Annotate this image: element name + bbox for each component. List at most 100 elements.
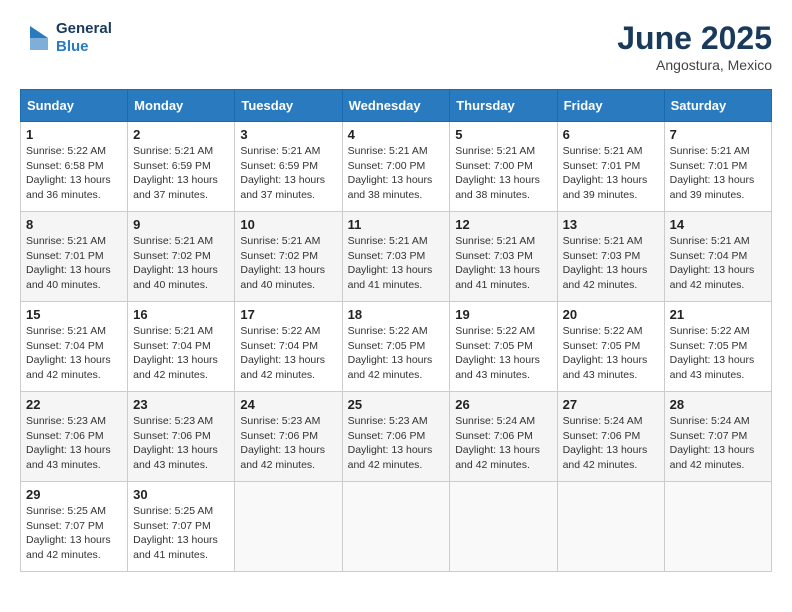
- day-info: Sunrise: 5:24 AMSunset: 7:06 PMDaylight:…: [455, 415, 540, 471]
- day-cell: 29 Sunrise: 5:25 AMSunset: 7:07 PMDaylig…: [21, 482, 128, 572]
- day-info: Sunrise: 5:21 AMSunset: 6:59 PMDaylight:…: [240, 145, 325, 201]
- empty-day-cell: [664, 482, 771, 572]
- day-cell: 3 Sunrise: 5:21 AMSunset: 6:59 PMDayligh…: [235, 122, 342, 212]
- day-info: Sunrise: 5:21 AMSunset: 6:59 PMDaylight:…: [133, 145, 218, 201]
- day-cell: 17 Sunrise: 5:22 AMSunset: 7:04 PMDaylig…: [235, 302, 342, 392]
- day-cell: 25 Sunrise: 5:23 AMSunset: 7:06 PMDaylig…: [342, 392, 450, 482]
- title-block: June 2025 Angostura, Mexico: [617, 20, 772, 73]
- day-info: Sunrise: 5:21 AMSunset: 7:04 PMDaylight:…: [26, 325, 111, 381]
- day-info: Sunrise: 5:22 AMSunset: 7:05 PMDaylight:…: [348, 325, 433, 381]
- day-info: Sunrise: 5:23 AMSunset: 7:06 PMDaylight:…: [26, 415, 111, 471]
- day-info: Sunrise: 5:21 AMSunset: 7:04 PMDaylight:…: [670, 235, 755, 291]
- day-number: 30: [133, 487, 229, 502]
- empty-day-cell: [450, 482, 557, 572]
- day-number: 12: [455, 217, 551, 232]
- day-cell: 7 Sunrise: 5:21 AMSunset: 7:01 PMDayligh…: [664, 122, 771, 212]
- calendar-week-row: 22 Sunrise: 5:23 AMSunset: 7:06 PMDaylig…: [21, 392, 772, 482]
- day-info: Sunrise: 5:24 AMSunset: 7:06 PMDaylight:…: [563, 415, 648, 471]
- day-number: 15: [26, 307, 122, 322]
- day-number: 22: [26, 397, 122, 412]
- day-info: Sunrise: 5:24 AMSunset: 7:07 PMDaylight:…: [670, 415, 755, 471]
- day-number: 11: [348, 217, 445, 232]
- logo-inner: General Blue: [20, 20, 112, 56]
- day-info: Sunrise: 5:23 AMSunset: 7:06 PMDaylight:…: [133, 415, 218, 471]
- day-info: Sunrise: 5:23 AMSunset: 7:06 PMDaylight:…: [240, 415, 325, 471]
- calendar-week-row: 29 Sunrise: 5:25 AMSunset: 7:07 PMDaylig…: [21, 482, 772, 572]
- day-number: 25: [348, 397, 445, 412]
- day-cell: 27 Sunrise: 5:24 AMSunset: 7:06 PMDaylig…: [557, 392, 664, 482]
- day-cell: 20 Sunrise: 5:22 AMSunset: 7:05 PMDaylig…: [557, 302, 664, 392]
- day-info: Sunrise: 5:25 AMSunset: 7:07 PMDaylight:…: [133, 505, 218, 561]
- day-number: 3: [240, 127, 336, 142]
- day-info: Sunrise: 5:22 AMSunset: 7:05 PMDaylight:…: [670, 325, 755, 381]
- day-number: 4: [348, 127, 445, 142]
- day-number: 6: [563, 127, 659, 142]
- day-cell: 16 Sunrise: 5:21 AMSunset: 7:04 PMDaylig…: [128, 302, 235, 392]
- day-number: 18: [348, 307, 445, 322]
- day-info: Sunrise: 5:21 AMSunset: 7:01 PMDaylight:…: [670, 145, 755, 201]
- weekday-header: Friday: [557, 90, 664, 122]
- day-number: 10: [240, 217, 336, 232]
- weekday-header: Sunday: [21, 90, 128, 122]
- day-number: 16: [133, 307, 229, 322]
- day-number: 19: [455, 307, 551, 322]
- day-cell: 4 Sunrise: 5:21 AMSunset: 7:00 PMDayligh…: [342, 122, 450, 212]
- day-cell: 26 Sunrise: 5:24 AMSunset: 7:06 PMDaylig…: [450, 392, 557, 482]
- calendar-week-row: 1 Sunrise: 5:22 AMSunset: 6:58 PMDayligh…: [21, 122, 772, 212]
- day-cell: 2 Sunrise: 5:21 AMSunset: 6:59 PMDayligh…: [128, 122, 235, 212]
- day-info: Sunrise: 5:21 AMSunset: 7:02 PMDaylight:…: [133, 235, 218, 291]
- day-cell: 10 Sunrise: 5:21 AMSunset: 7:02 PMDaylig…: [235, 212, 342, 302]
- day-number: 14: [670, 217, 766, 232]
- logo-general: General: [56, 20, 112, 38]
- day-cell: 15 Sunrise: 5:21 AMSunset: 7:04 PMDaylig…: [21, 302, 128, 392]
- page-header: General Blue June 2025 Angostura, Mexico: [20, 20, 772, 73]
- calendar-week-row: 15 Sunrise: 5:21 AMSunset: 7:04 PMDaylig…: [21, 302, 772, 392]
- day-number: 5: [455, 127, 551, 142]
- day-info: Sunrise: 5:21 AMSunset: 7:00 PMDaylight:…: [348, 145, 433, 201]
- day-info: Sunrise: 5:21 AMSunset: 7:00 PMDaylight:…: [455, 145, 540, 201]
- day-number: 7: [670, 127, 766, 142]
- day-info: Sunrise: 5:21 AMSunset: 7:03 PMDaylight:…: [348, 235, 433, 291]
- day-number: 2: [133, 127, 229, 142]
- empty-day-cell: [557, 482, 664, 572]
- day-info: Sunrise: 5:21 AMSunset: 7:03 PMDaylight:…: [455, 235, 540, 291]
- day-cell: 9 Sunrise: 5:21 AMSunset: 7:02 PMDayligh…: [128, 212, 235, 302]
- weekday-header: Saturday: [664, 90, 771, 122]
- day-info: Sunrise: 5:21 AMSunset: 7:02 PMDaylight:…: [240, 235, 325, 291]
- day-info: Sunrise: 5:22 AMSunset: 7:05 PMDaylight:…: [455, 325, 540, 381]
- day-cell: 11 Sunrise: 5:21 AMSunset: 7:03 PMDaylig…: [342, 212, 450, 302]
- day-number: 26: [455, 397, 551, 412]
- location: Angostura, Mexico: [617, 57, 772, 73]
- day-cell: 5 Sunrise: 5:21 AMSunset: 7:00 PMDayligh…: [450, 122, 557, 212]
- day-number: 13: [563, 217, 659, 232]
- day-number: 23: [133, 397, 229, 412]
- empty-day-cell: [235, 482, 342, 572]
- day-cell: 8 Sunrise: 5:21 AMSunset: 7:01 PMDayligh…: [21, 212, 128, 302]
- logo-graphic: [20, 22, 52, 54]
- day-cell: 1 Sunrise: 5:22 AMSunset: 6:58 PMDayligh…: [21, 122, 128, 212]
- day-number: 1: [26, 127, 122, 142]
- day-info: Sunrise: 5:21 AMSunset: 7:03 PMDaylight:…: [563, 235, 648, 291]
- day-info: Sunrise: 5:21 AMSunset: 7:01 PMDaylight:…: [563, 145, 648, 201]
- day-cell: 23 Sunrise: 5:23 AMSunset: 7:06 PMDaylig…: [128, 392, 235, 482]
- day-number: 20: [563, 307, 659, 322]
- day-number: 9: [133, 217, 229, 232]
- weekday-header: Tuesday: [235, 90, 342, 122]
- logo-text-block: General Blue: [56, 20, 112, 56]
- day-info: Sunrise: 5:22 AMSunset: 7:04 PMDaylight:…: [240, 325, 325, 381]
- day-cell: 19 Sunrise: 5:22 AMSunset: 7:05 PMDaylig…: [450, 302, 557, 392]
- day-number: 28: [670, 397, 766, 412]
- logo: General Blue: [20, 20, 112, 56]
- day-cell: 18 Sunrise: 5:22 AMSunset: 7:05 PMDaylig…: [342, 302, 450, 392]
- day-cell: 28 Sunrise: 5:24 AMSunset: 7:07 PMDaylig…: [664, 392, 771, 482]
- weekday-header: Wednesday: [342, 90, 450, 122]
- day-cell: 12 Sunrise: 5:21 AMSunset: 7:03 PMDaylig…: [450, 212, 557, 302]
- day-info: Sunrise: 5:22 AMSunset: 6:58 PMDaylight:…: [26, 145, 111, 201]
- day-cell: 22 Sunrise: 5:23 AMSunset: 7:06 PMDaylig…: [21, 392, 128, 482]
- day-info: Sunrise: 5:22 AMSunset: 7:05 PMDaylight:…: [563, 325, 648, 381]
- day-cell: 21 Sunrise: 5:22 AMSunset: 7:05 PMDaylig…: [664, 302, 771, 392]
- day-number: 29: [26, 487, 122, 502]
- day-number: 17: [240, 307, 336, 322]
- day-number: 8: [26, 217, 122, 232]
- day-info: Sunrise: 5:23 AMSunset: 7:06 PMDaylight:…: [348, 415, 433, 471]
